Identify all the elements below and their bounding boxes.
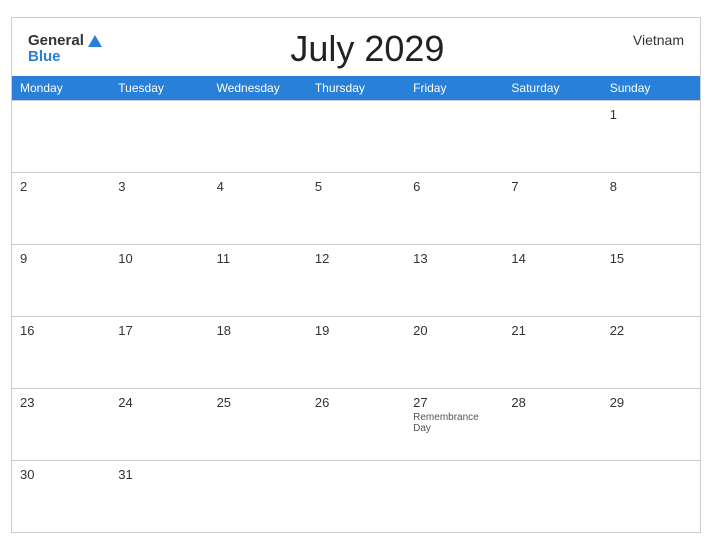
- calendar-cell: 30: [12, 460, 110, 532]
- calendar-cell: 17: [110, 316, 208, 388]
- cell-date: 11: [217, 251, 299, 266]
- calendar-grid: 1234567891011121314151617181920212223242…: [12, 100, 700, 532]
- day-thursday: Thursday: [307, 76, 405, 100]
- day-saturday: Saturday: [503, 76, 601, 100]
- cell-date: 21: [511, 323, 593, 338]
- calendar-cell: 2: [12, 172, 110, 244]
- days-header: Monday Tuesday Wednesday Thursday Friday…: [12, 76, 700, 100]
- calendar-cell: 1: [602, 100, 700, 172]
- calendar-cell: [503, 100, 601, 172]
- cell-date: 18: [217, 323, 299, 338]
- calendar-cell: 10: [110, 244, 208, 316]
- cell-date: 16: [20, 323, 102, 338]
- cell-date: 15: [610, 251, 692, 266]
- logo-general-text: General: [28, 33, 84, 50]
- cell-date: 28: [511, 395, 593, 410]
- calendar-cell: [307, 100, 405, 172]
- cell-date: 27: [413, 395, 495, 410]
- cell-event: Remembrance Day: [413, 412, 495, 434]
- calendar-cell: 18: [209, 316, 307, 388]
- day-friday: Friday: [405, 76, 503, 100]
- day-monday: Monday: [12, 76, 110, 100]
- cell-date: 8: [610, 179, 692, 194]
- calendar: General Blue July 2029 Vietnam Monday Tu…: [11, 17, 701, 533]
- calendar-cell: 3: [110, 172, 208, 244]
- calendar-cell: 23: [12, 388, 110, 460]
- calendar-cell: 24: [110, 388, 208, 460]
- calendar-cell: 5: [307, 172, 405, 244]
- cell-date: 20: [413, 323, 495, 338]
- cell-date: 17: [118, 323, 200, 338]
- cell-date: 25: [217, 395, 299, 410]
- calendar-cell: 26: [307, 388, 405, 460]
- calendar-cell: 9: [12, 244, 110, 316]
- calendar-cell: 19: [307, 316, 405, 388]
- calendar-cell: 27 Remembrance Day: [405, 388, 503, 460]
- cell-date: 13: [413, 251, 495, 266]
- day-wednesday: Wednesday: [209, 76, 307, 100]
- cell-date: 3: [118, 179, 200, 194]
- calendar-cell: 16: [12, 316, 110, 388]
- cell-date: 22: [610, 323, 692, 338]
- calendar-title: July 2029: [102, 28, 633, 70]
- cell-date: 9: [20, 251, 102, 266]
- cell-date: 19: [315, 323, 397, 338]
- calendar-cell: 22: [602, 316, 700, 388]
- calendar-cell: 11: [209, 244, 307, 316]
- calendar-cell: 15: [602, 244, 700, 316]
- calendar-cell: 4: [209, 172, 307, 244]
- calendar-header: General Blue July 2029 Vietnam: [12, 18, 700, 76]
- cell-date: 10: [118, 251, 200, 266]
- calendar-cell: [503, 460, 601, 532]
- logo: General Blue: [28, 33, 102, 66]
- cell-date: 14: [511, 251, 593, 266]
- logo-triangle-icon: [88, 35, 102, 47]
- calendar-cell: [405, 100, 503, 172]
- calendar-cell: 20: [405, 316, 503, 388]
- cell-date: 26: [315, 395, 397, 410]
- cell-date: 5: [315, 179, 397, 194]
- calendar-cell: [12, 100, 110, 172]
- cell-date: 6: [413, 179, 495, 194]
- calendar-cell: 29: [602, 388, 700, 460]
- calendar-cell: 7: [503, 172, 601, 244]
- calendar-cell: 13: [405, 244, 503, 316]
- cell-date: 1: [610, 107, 692, 122]
- calendar-cell: [405, 460, 503, 532]
- cell-date: 29: [610, 395, 692, 410]
- calendar-cell: 31: [110, 460, 208, 532]
- calendar-cell: [209, 460, 307, 532]
- cell-date: 4: [217, 179, 299, 194]
- calendar-cell: 28: [503, 388, 601, 460]
- cell-date: 31: [118, 467, 200, 482]
- day-sunday: Sunday: [602, 76, 700, 100]
- calendar-cell: 25: [209, 388, 307, 460]
- calendar-cell: 14: [503, 244, 601, 316]
- calendar-cell: [209, 100, 307, 172]
- calendar-cell: [602, 460, 700, 532]
- cell-date: 30: [20, 467, 102, 482]
- cell-date: 23: [20, 395, 102, 410]
- cell-date: 7: [511, 179, 593, 194]
- logo-blue-text: Blue: [28, 49, 61, 66]
- cell-date: 24: [118, 395, 200, 410]
- cell-date: 12: [315, 251, 397, 266]
- cell-date: 2: [20, 179, 102, 194]
- country-label: Vietnam: [633, 28, 684, 48]
- calendar-cell: 21: [503, 316, 601, 388]
- calendar-cell: 6: [405, 172, 503, 244]
- calendar-cell: 12: [307, 244, 405, 316]
- calendar-cell: [307, 460, 405, 532]
- calendar-cell: 8: [602, 172, 700, 244]
- day-tuesday: Tuesday: [110, 76, 208, 100]
- calendar-cell: [110, 100, 208, 172]
